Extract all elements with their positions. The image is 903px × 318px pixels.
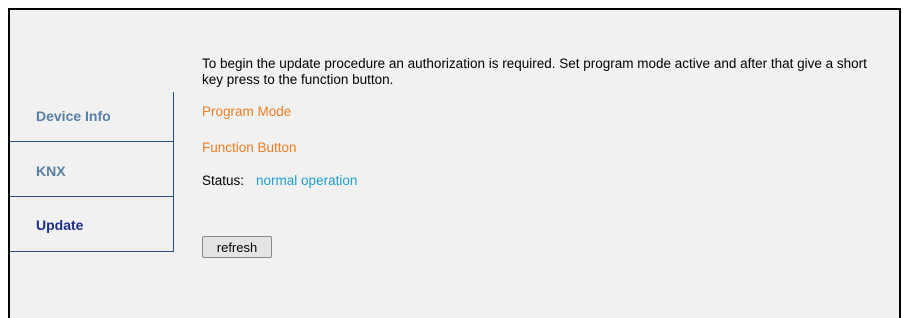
update-instructions: To begin the update procedure an authori… bbox=[202, 56, 867, 87]
tab-knx[interactable]: KNX bbox=[10, 142, 174, 197]
tab-device-info-label: Device Info bbox=[36, 108, 111, 124]
status-label: Status: bbox=[202, 173, 245, 188]
refresh-button[interactable]: refresh bbox=[202, 236, 272, 258]
function-button-link[interactable]: Function Button bbox=[202, 140, 297, 155]
status-line: Status: normal operation bbox=[202, 173, 357, 188]
tab-device-info[interactable]: Device Info bbox=[10, 92, 174, 142]
program-mode-link[interactable]: Program Mode bbox=[202, 104, 291, 119]
main-panel: Device Info KNX Update To begin the upda… bbox=[8, 8, 901, 318]
tab-knx-label: KNX bbox=[36, 163, 66, 179]
status-value: normal operation bbox=[256, 173, 358, 188]
tab-update[interactable]: Update bbox=[10, 197, 174, 252]
tab-update-label: Update bbox=[36, 217, 84, 233]
